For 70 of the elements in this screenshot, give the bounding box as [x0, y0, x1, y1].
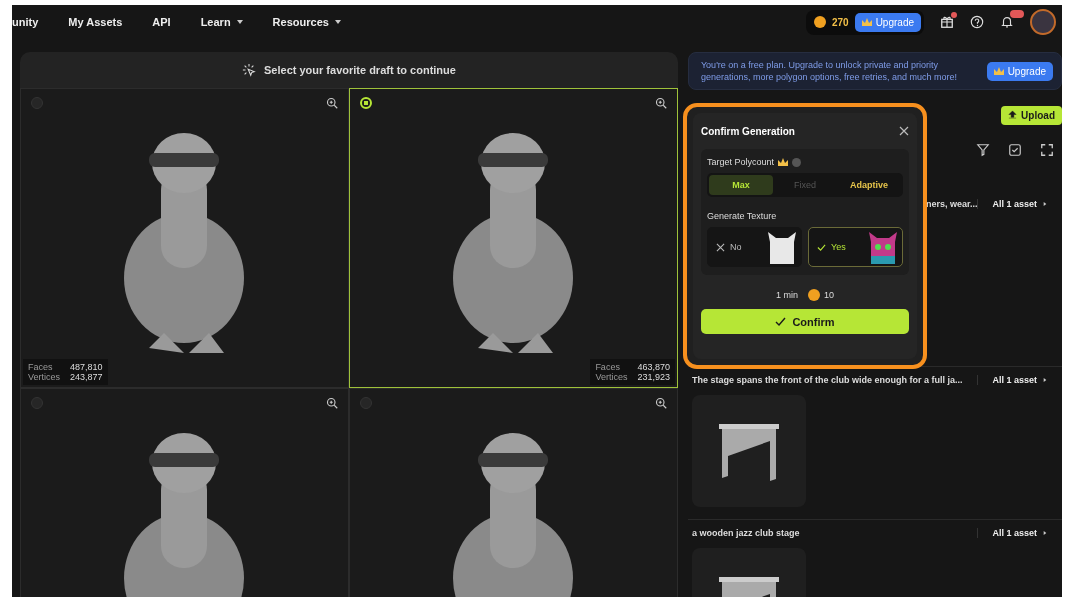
- crown-icon: [861, 18, 872, 26]
- caret-icon: [1042, 202, 1048, 206]
- check-icon: [775, 317, 787, 326]
- option-label: Yes: [831, 242, 846, 252]
- stat-value: 231,923: [637, 372, 670, 382]
- section-label: Target Polycount: [707, 157, 775, 167]
- all-assets-link[interactable]: All 1 asset: [977, 528, 1058, 538]
- close-icon: [716, 242, 725, 252]
- credit-cost: 10: [824, 290, 834, 300]
- check-icon: [817, 242, 826, 252]
- segment-option[interactable]: Adaptive: [837, 175, 901, 195]
- stat-value: 487,810: [70, 362, 103, 372]
- nav-link[interactable]: Resources: [272, 16, 341, 28]
- crown-icon: [993, 67, 1004, 75]
- coin-icon: [813, 16, 826, 28]
- bell-icon[interactable]: [1000, 15, 1014, 29]
- stat-label: Vertices: [595, 372, 628, 382]
- sparkle-icon: [242, 63, 256, 77]
- caret-icon: [236, 20, 243, 24]
- segment-option[interactable]: Max: [709, 175, 773, 195]
- banner-text: You're on a free plan. Upgrade to unlock private and priority generations, more polygon options, free retries, and much more!: [700, 59, 959, 83]
- upgrade-button[interactable]: Upgrade: [854, 12, 921, 32]
- coin-icon: [808, 289, 820, 301]
- close-icon[interactable]: [899, 126, 909, 136]
- zoom-in-icon[interactable]: [654, 97, 667, 109]
- section-label: Generate Texture: [707, 211, 777, 221]
- cat-model-drawing: [867, 230, 899, 264]
- texture-option[interactable]: Yes: [808, 227, 903, 267]
- checkbox-icon[interactable]: [1008, 143, 1022, 157]
- expand-icon[interactable]: [1040, 143, 1054, 157]
- upgrade-button[interactable]: Upgrade: [986, 61, 1053, 81]
- zoom-in-icon[interactable]: [325, 97, 338, 109]
- asset-thumbnail[interactable]: [691, 395, 806, 507]
- upload-button[interactable]: Upload: [1001, 106, 1062, 125]
- filter-icon[interactable]: [976, 143, 990, 157]
- help-icon[interactable]: [970, 15, 984, 29]
- gift-icon[interactable]: [940, 15, 954, 29]
- zoom-in-icon[interactable]: [325, 397, 338, 409]
- caret-icon: [1042, 378, 1048, 382]
- prompt-text: The stage spans the front of the club wide enough for a full ja...: [691, 375, 964, 385]
- cat-model-drawing: [766, 230, 798, 264]
- nav-link[interactable]: API: [152, 16, 171, 28]
- texture-option[interactable]: No: [707, 227, 802, 267]
- all-assets-link[interactable]: All 1 asset: [977, 375, 1058, 385]
- draft-card[interactable]: Faces 487,810 Vertices 243,877: [20, 88, 349, 388]
- time-estimate: 1 min: [776, 290, 798, 300]
- dialog-title: Confirm Generation: [701, 125, 795, 137]
- stat-label: Vertices: [28, 372, 60, 382]
- option-label: No: [730, 242, 742, 252]
- nav-link[interactable]: My Assets: [68, 16, 123, 28]
- nav-link[interactable]: Learn: [200, 16, 243, 28]
- upload-icon: [1008, 110, 1018, 119]
- zoom-in-icon[interactable]: [654, 397, 667, 409]
- crown-icon: [778, 158, 789, 166]
- draft-card[interactable]: Faces 463,870 Vertices 231,923: [348, 88, 678, 388]
- prompt-text: ners, wear...: [925, 199, 978, 209]
- all-assets-link[interactable]: All 1 asset: [977, 199, 1058, 209]
- stat-label: Faces: [28, 362, 54, 372]
- stat-label: Faces: [595, 362, 621, 372]
- caret-icon: [334, 20, 341, 24]
- caret-icon: [1042, 531, 1048, 535]
- confirm-button[interactable]: Confirm: [701, 309, 909, 334]
- credit-count: 270: [831, 16, 849, 28]
- prompt-text: a wooden jazz club stage: [691, 528, 801, 538]
- info-icon: [792, 157, 802, 167]
- avatar[interactable]: [1030, 9, 1056, 35]
- panel-title: Select your favorite draft to continue: [264, 64, 456, 76]
- stat-value: 243,877: [70, 372, 103, 382]
- nav-link[interactable]: unity: [12, 16, 39, 28]
- stat-value: 463,870: [637, 362, 670, 372]
